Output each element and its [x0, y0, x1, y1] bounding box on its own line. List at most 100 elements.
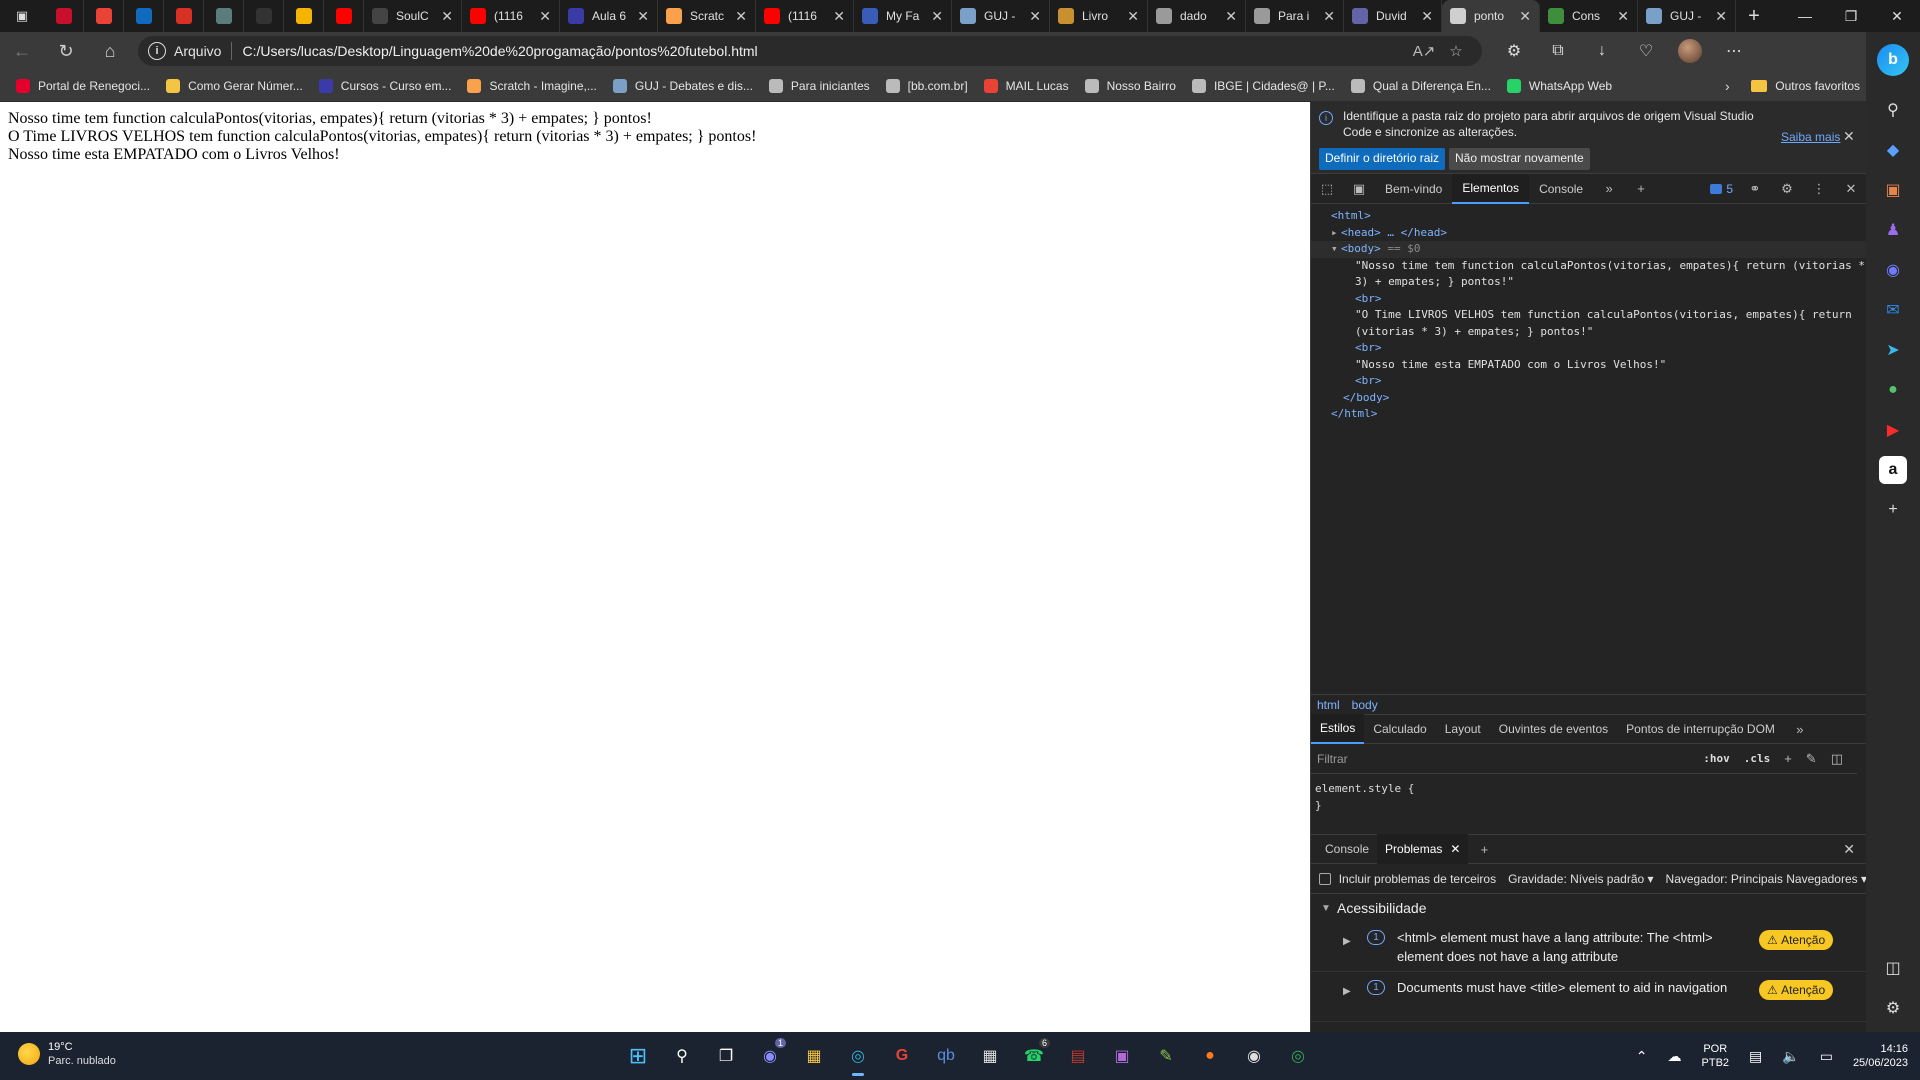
favorite-link[interactable]: Scratch - Imagine,...: [459, 73, 604, 99]
breadcrumb-body[interactable]: body: [1352, 698, 1378, 712]
inspect-element-icon[interactable]: ⬚: [1311, 174, 1343, 204]
browser-tab[interactable]: [44, 0, 84, 32]
new-tab-button[interactable]: +: [1736, 0, 1772, 32]
tab-active[interactable]: ponto ✕: [1442, 0, 1540, 32]
browser-tab[interactable]: Para i ✕: [1246, 0, 1344, 32]
dom-node-html[interactable]: <html>: [1311, 208, 1867, 225]
address-url[interactable]: C:/Users/lucas/Desktop/Linguagem%20de%20…: [242, 43, 1408, 59]
copilot-icon[interactable]: b: [1877, 44, 1909, 76]
browser-tab[interactable]: Scratc ✕: [658, 0, 756, 32]
browser-tab[interactable]: [324, 0, 364, 32]
tab-elements[interactable]: Elementos: [1452, 173, 1530, 204]
close-devtools-icon[interactable]: ✕: [1835, 174, 1867, 204]
tab-styles[interactable]: Estilos: [1311, 714, 1365, 744]
telegram-icon[interactable]: ➤: [1879, 336, 1907, 364]
computed-sidebar-icon[interactable]: ◫: [1831, 751, 1843, 767]
dom-node-head[interactable]: ▸ <head> … </head>: [1311, 225, 1867, 242]
dom-text-node-1b[interactable]: 3) + empates; } pontos!": [1311, 274, 1867, 291]
issue-item[interactable]: ▶ 1 <html> element must have a lang attr…: [1311, 922, 1867, 972]
add-sidebar-app-icon[interactable]: +: [1879, 496, 1907, 524]
browser-tab[interactable]: [244, 0, 284, 32]
close-tab-icon[interactable]: ✕: [1715, 8, 1727, 25]
close-tab-icon[interactable]: ✕: [1617, 8, 1629, 25]
read-aloud-icon[interactable]: A↗: [1408, 36, 1440, 66]
dom-text-node-2a[interactable]: "O Time LIVROS VELHOS tem function calcu…: [1311, 307, 1867, 324]
hide-sidebar-icon[interactable]: ◫: [1879, 954, 1907, 982]
issue-category[interactable]: ▼ Acessibilidade: [1311, 894, 1867, 922]
favorite-link[interactable]: Cursos - Curso em...: [311, 73, 460, 99]
favorite-link[interactable]: WhatsApp Web: [1499, 73, 1620, 99]
close-tab-icon[interactable]: ✕: [441, 8, 453, 25]
obs-icon[interactable]: ◉: [1236, 1038, 1272, 1074]
tab-actions-menu-icon[interactable]: ▣: [0, 0, 44, 32]
weather-widget[interactable]: 19°C Parc. nublado: [18, 1040, 116, 1068]
connect-icon[interactable]: ⚭: [1739, 174, 1771, 204]
site-info-icon[interactable]: i: [148, 42, 166, 60]
favorite-link[interactable]: [bb.com.br]: [878, 73, 976, 99]
chat-icon[interactable]: ◉ 1: [752, 1038, 788, 1074]
expand-arrow-icon[interactable]: ▸: [1331, 225, 1341, 242]
notepad-icon[interactable]: ✎: [1148, 1038, 1184, 1074]
browser-tab[interactable]: (1116 ✕: [756, 0, 854, 32]
paint-icon[interactable]: ✎: [1806, 751, 1817, 767]
search-icon[interactable]: ⚲: [1879, 96, 1907, 124]
close-tab-icon[interactable]: ✕: [931, 8, 943, 25]
chrome-icon[interactable]: ◎: [1280, 1038, 1316, 1074]
address-bar[interactable]: i Arquivo C:/Users/lucas/Desktop/Linguag…: [138, 36, 1482, 66]
collapse-arrow-icon[interactable]: ▾: [1331, 241, 1341, 258]
expand-arrow-icon[interactable]: ▶: [1343, 982, 1351, 1001]
favorite-link[interactable]: MAIL Lucas: [976, 73, 1077, 99]
favorite-link[interactable]: Nosso Bairro: [1077, 73, 1184, 99]
start-icon[interactable]: ⊞: [620, 1038, 656, 1074]
network-icon[interactable]: ▤: [1749, 1048, 1762, 1065]
battery-icon[interactable]: ▭: [1820, 1048, 1833, 1065]
browser-tab[interactable]: My Fa ✕: [854, 0, 952, 32]
drop-icon[interactable]: ●: [1879, 376, 1907, 404]
tab-dom-breakpoints[interactable]: Pontos de interrupção DOM: [1617, 714, 1784, 744]
settings-more-icon[interactable]: ⋯: [1712, 32, 1756, 70]
browser-tab[interactable]: dado ✕: [1148, 0, 1246, 32]
close-window-icon[interactable]: ✕: [1874, 0, 1920, 32]
tab-computed[interactable]: Calculado: [1364, 714, 1435, 744]
extensions-icon[interactable]: ⚙: [1492, 32, 1536, 70]
issue-item[interactable]: ▶ 1 Documents must have <title> element …: [1311, 972, 1867, 1022]
close-tab-icon[interactable]: ✕: [1421, 8, 1433, 25]
close-tab-icon[interactable]: ✕: [735, 8, 747, 25]
favorite-link[interactable]: Para iniciantes: [761, 73, 878, 99]
tab-console[interactable]: Console: [1529, 174, 1593, 204]
favorite-link[interactable]: IBGE | Cidades@ | P...: [1184, 73, 1343, 99]
browser-dropdown[interactable]: Navegador: Principais Navegadores ▾: [1666, 872, 1867, 886]
br-tag[interactable]: <br>: [1355, 292, 1382, 305]
browser-tab[interactable]: [164, 0, 204, 32]
shopping-icon[interactable]: ◆: [1879, 136, 1907, 164]
close-infobar-icon[interactable]: ✕: [1843, 128, 1855, 145]
games-icon[interactable]: ♟: [1879, 216, 1907, 244]
close-tab-icon[interactable]: ✕: [1450, 842, 1460, 856]
tab-event-listeners[interactable]: Ouvintes de eventos: [1490, 714, 1617, 744]
dom-text-node-1a[interactable]: "Nosso time tem function calculaPontos(v…: [1311, 258, 1867, 275]
add-tab-icon[interactable]: +: [1625, 174, 1657, 204]
browser-tab[interactable]: Livro ✕: [1050, 0, 1148, 32]
store-icon[interactable]: ▦: [972, 1038, 1008, 1074]
task-view-icon[interactable]: ❐: [708, 1038, 744, 1074]
favorite-link[interactable]: Como Gerar Númer...: [158, 73, 311, 99]
tray-overflow-icon[interactable]: ⌃: [1636, 1048, 1648, 1065]
clock[interactable]: 14:16 25/06/2023: [1853, 1042, 1908, 1070]
cursoemvideo-app-icon[interactable]: ▣: [1104, 1038, 1140, 1074]
restore-icon[interactable]: ❐: [1828, 0, 1874, 32]
dom-text-node-2b[interactable]: (vitorias * 3) + empates; } pontos!": [1311, 324, 1867, 341]
third-party-checkbox[interactable]: [1319, 872, 1331, 885]
amazon-icon[interactable]: a: [1879, 456, 1907, 484]
close-tab-icon[interactable]: ✕: [637, 8, 649, 25]
br-tag[interactable]: <br>: [1355, 341, 1382, 354]
browser-tab[interactable]: Duvid ✕: [1344, 0, 1442, 32]
browser-tab[interactable]: Cons ✕: [1540, 0, 1638, 32]
tab-welcome[interactable]: Bem-vindo: [1375, 174, 1452, 204]
search-icon[interactable]: ⚲: [664, 1038, 700, 1074]
collections-icon[interactable]: ⧉: [1536, 32, 1580, 70]
issues-counter[interactable]: 5: [1704, 182, 1739, 196]
favorites-overflow-icon[interactable]: ›: [1713, 78, 1741, 94]
sidebar-settings-icon[interactable]: ⚙: [1879, 994, 1907, 1022]
keyboard-language[interactable]: POR PTB2: [1702, 1042, 1730, 1070]
expand-arrow-icon[interactable]: ▶: [1343, 932, 1351, 951]
